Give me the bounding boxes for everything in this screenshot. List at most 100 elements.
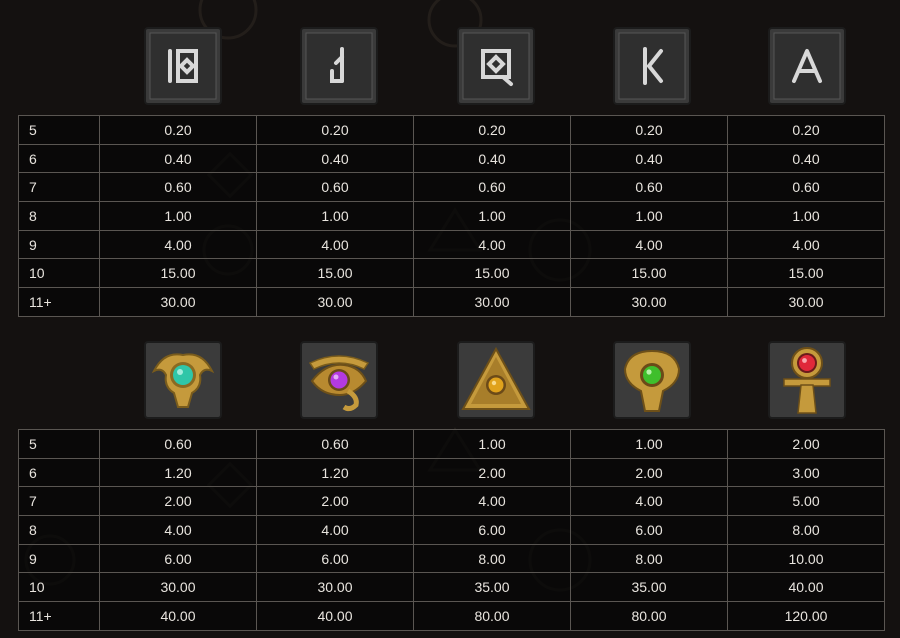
- payout-cell: 0.40: [99, 143, 257, 174]
- payout-cell: 0.60: [570, 172, 728, 203]
- payout-cell: 40.00: [256, 601, 414, 631]
- ten-rune-icon: [144, 27, 222, 105]
- payout-cell: 30.00: [727, 287, 885, 317]
- payout-cell: 30.00: [99, 287, 257, 317]
- payout-cell: 80.00: [570, 601, 728, 631]
- payout-cell: 2.00: [256, 486, 414, 517]
- payout-cell: 0.60: [256, 429, 414, 459]
- symbol-row-low: [18, 27, 885, 109]
- payout-cell: 6.00: [256, 543, 414, 574]
- symbol-row-high: [18, 341, 885, 423]
- payout-cell: 4.00: [99, 515, 257, 545]
- symbol-count-cell: 6: [18, 457, 100, 488]
- payout-cell: 0.60: [256, 172, 414, 203]
- payout-cell: 2.00: [570, 457, 728, 488]
- queen-rune-icon: [457, 27, 535, 105]
- payout-cell: 10.00: [727, 543, 885, 574]
- payout-cell: 8.00: [727, 515, 885, 545]
- paytable-row: 8 1.00 1.00 1.00 1.00 1.00: [18, 201, 885, 231]
- payout-cell: 15.00: [570, 258, 728, 289]
- symbol-count-cell: 11+: [18, 287, 100, 317]
- jack-rune-icon: [300, 27, 378, 105]
- paytable-high: 5 0.60 0.60 1.00 1.00 2.00 6 1.20 1.20 2.00 2.00 3.…: [18, 429, 885, 631]
- paytable-row: 6 0.40 0.40 0.40 0.40 0.40: [18, 143, 885, 174]
- payout-cell: 40.00: [99, 601, 257, 631]
- payout-cell: 80.00: [413, 601, 571, 631]
- payout-cell: 120.00: [727, 601, 885, 631]
- cobra-green-gem-icon: [613, 341, 691, 419]
- payout-cell: 4.00: [256, 229, 414, 260]
- payout-cell: 0.20: [570, 115, 728, 145]
- paytable-row: 10 30.00 30.00 35.00 35.00 40.00: [18, 572, 885, 603]
- paytable-low: 5 0.20 0.20 0.20 0.20 0.20 6 0.40 0.40 0.40 0.40 0.…: [18, 115, 885, 317]
- payout-cell: 5.00: [727, 486, 885, 517]
- payout-cell: 1.00: [413, 201, 571, 231]
- pyramid-amber-gem-icon: [457, 341, 535, 419]
- eye-of-horus-purple-gem-icon: [300, 341, 378, 419]
- paytable-row: 7 2.00 2.00 4.00 4.00 5.00: [18, 486, 885, 517]
- payout-cell: 0.60: [413, 172, 571, 203]
- payout-cell: 15.00: [727, 258, 885, 289]
- paytable-row: 6 1.20 1.20 2.00 2.00 3.00: [18, 457, 885, 488]
- symbol-count-cell: 8: [18, 515, 100, 545]
- paytable-row: 5 0.60 0.60 1.00 1.00 2.00: [18, 429, 885, 459]
- paytable-row: 10 15.00 15.00 15.00 15.00 15.00: [18, 258, 885, 289]
- payout-cell: 6.00: [99, 543, 257, 574]
- payout-cell: 0.20: [727, 115, 885, 145]
- paytable-row: 11+ 40.00 40.00 80.00 80.00 120.00: [18, 601, 885, 631]
- payout-cell: 4.00: [570, 229, 728, 260]
- symbol-count-cell: 5: [18, 115, 100, 145]
- symbol-count-cell: 8: [18, 201, 100, 231]
- payout-cell: 8.00: [413, 543, 571, 574]
- payout-cell: 30.00: [256, 572, 414, 603]
- payout-cell: 0.40: [413, 143, 571, 174]
- payout-cell: 1.20: [256, 457, 414, 488]
- payout-cell: 0.20: [413, 115, 571, 145]
- paytable-row: 8 4.00 4.00 6.00 6.00 8.00: [18, 515, 885, 545]
- paytable-row: 5 0.20 0.20 0.20 0.20 0.20: [18, 115, 885, 145]
- payout-cell: 0.40: [727, 143, 885, 174]
- payout-cell: 1.00: [570, 429, 728, 459]
- paytable-row: 9 6.00 6.00 8.00 8.00 10.00: [18, 543, 885, 574]
- payout-cell: 4.00: [570, 486, 728, 517]
- scarab-teal-gem-icon: [144, 341, 222, 419]
- payout-cell: 0.60: [99, 172, 257, 203]
- payout-cell: 4.00: [413, 229, 571, 260]
- symbol-count-cell: 9: [18, 543, 100, 574]
- payout-cell: 30.00: [413, 287, 571, 317]
- payout-cell: 35.00: [413, 572, 571, 603]
- payout-cell: 30.00: [256, 287, 414, 317]
- symbol-count-cell: 10: [18, 258, 100, 289]
- payout-cell: 8.00: [570, 543, 728, 574]
- payout-cell: 40.00: [727, 572, 885, 603]
- payout-cell: 0.40: [256, 143, 414, 174]
- payout-cell: 1.00: [256, 201, 414, 231]
- payout-cell: 1.00: [413, 429, 571, 459]
- paytable-row: 11+ 30.00 30.00 30.00 30.00 30.00: [18, 287, 885, 317]
- symbol-count-cell: 9: [18, 229, 100, 260]
- ankh-red-gem-icon: [768, 341, 846, 419]
- payout-cell: 4.00: [256, 515, 414, 545]
- symbol-count-cell: 7: [18, 172, 100, 203]
- payout-cell: 3.00: [727, 457, 885, 488]
- payout-cell: 1.00: [727, 201, 885, 231]
- payout-cell: 2.00: [727, 429, 885, 459]
- ace-rune-icon: [768, 27, 846, 105]
- payout-cell: 0.20: [256, 115, 414, 145]
- payout-cell: 1.20: [99, 457, 257, 488]
- payout-cell: 4.00: [727, 229, 885, 260]
- payout-cell: 0.20: [99, 115, 257, 145]
- symbol-count-cell: 6: [18, 143, 100, 174]
- payout-cell: 4.00: [99, 229, 257, 260]
- payout-cell: 15.00: [256, 258, 414, 289]
- payout-cell: 2.00: [413, 457, 571, 488]
- payout-cell: 1.00: [570, 201, 728, 231]
- symbol-count-cell: 7: [18, 486, 100, 517]
- payout-cell: 2.00: [99, 486, 257, 517]
- payout-cell: 0.40: [570, 143, 728, 174]
- payout-cell: 1.00: [99, 201, 257, 231]
- payout-cell: 0.60: [99, 429, 257, 459]
- payout-cell: 0.60: [727, 172, 885, 203]
- payout-cell: 15.00: [99, 258, 257, 289]
- payout-cell: 35.00: [570, 572, 728, 603]
